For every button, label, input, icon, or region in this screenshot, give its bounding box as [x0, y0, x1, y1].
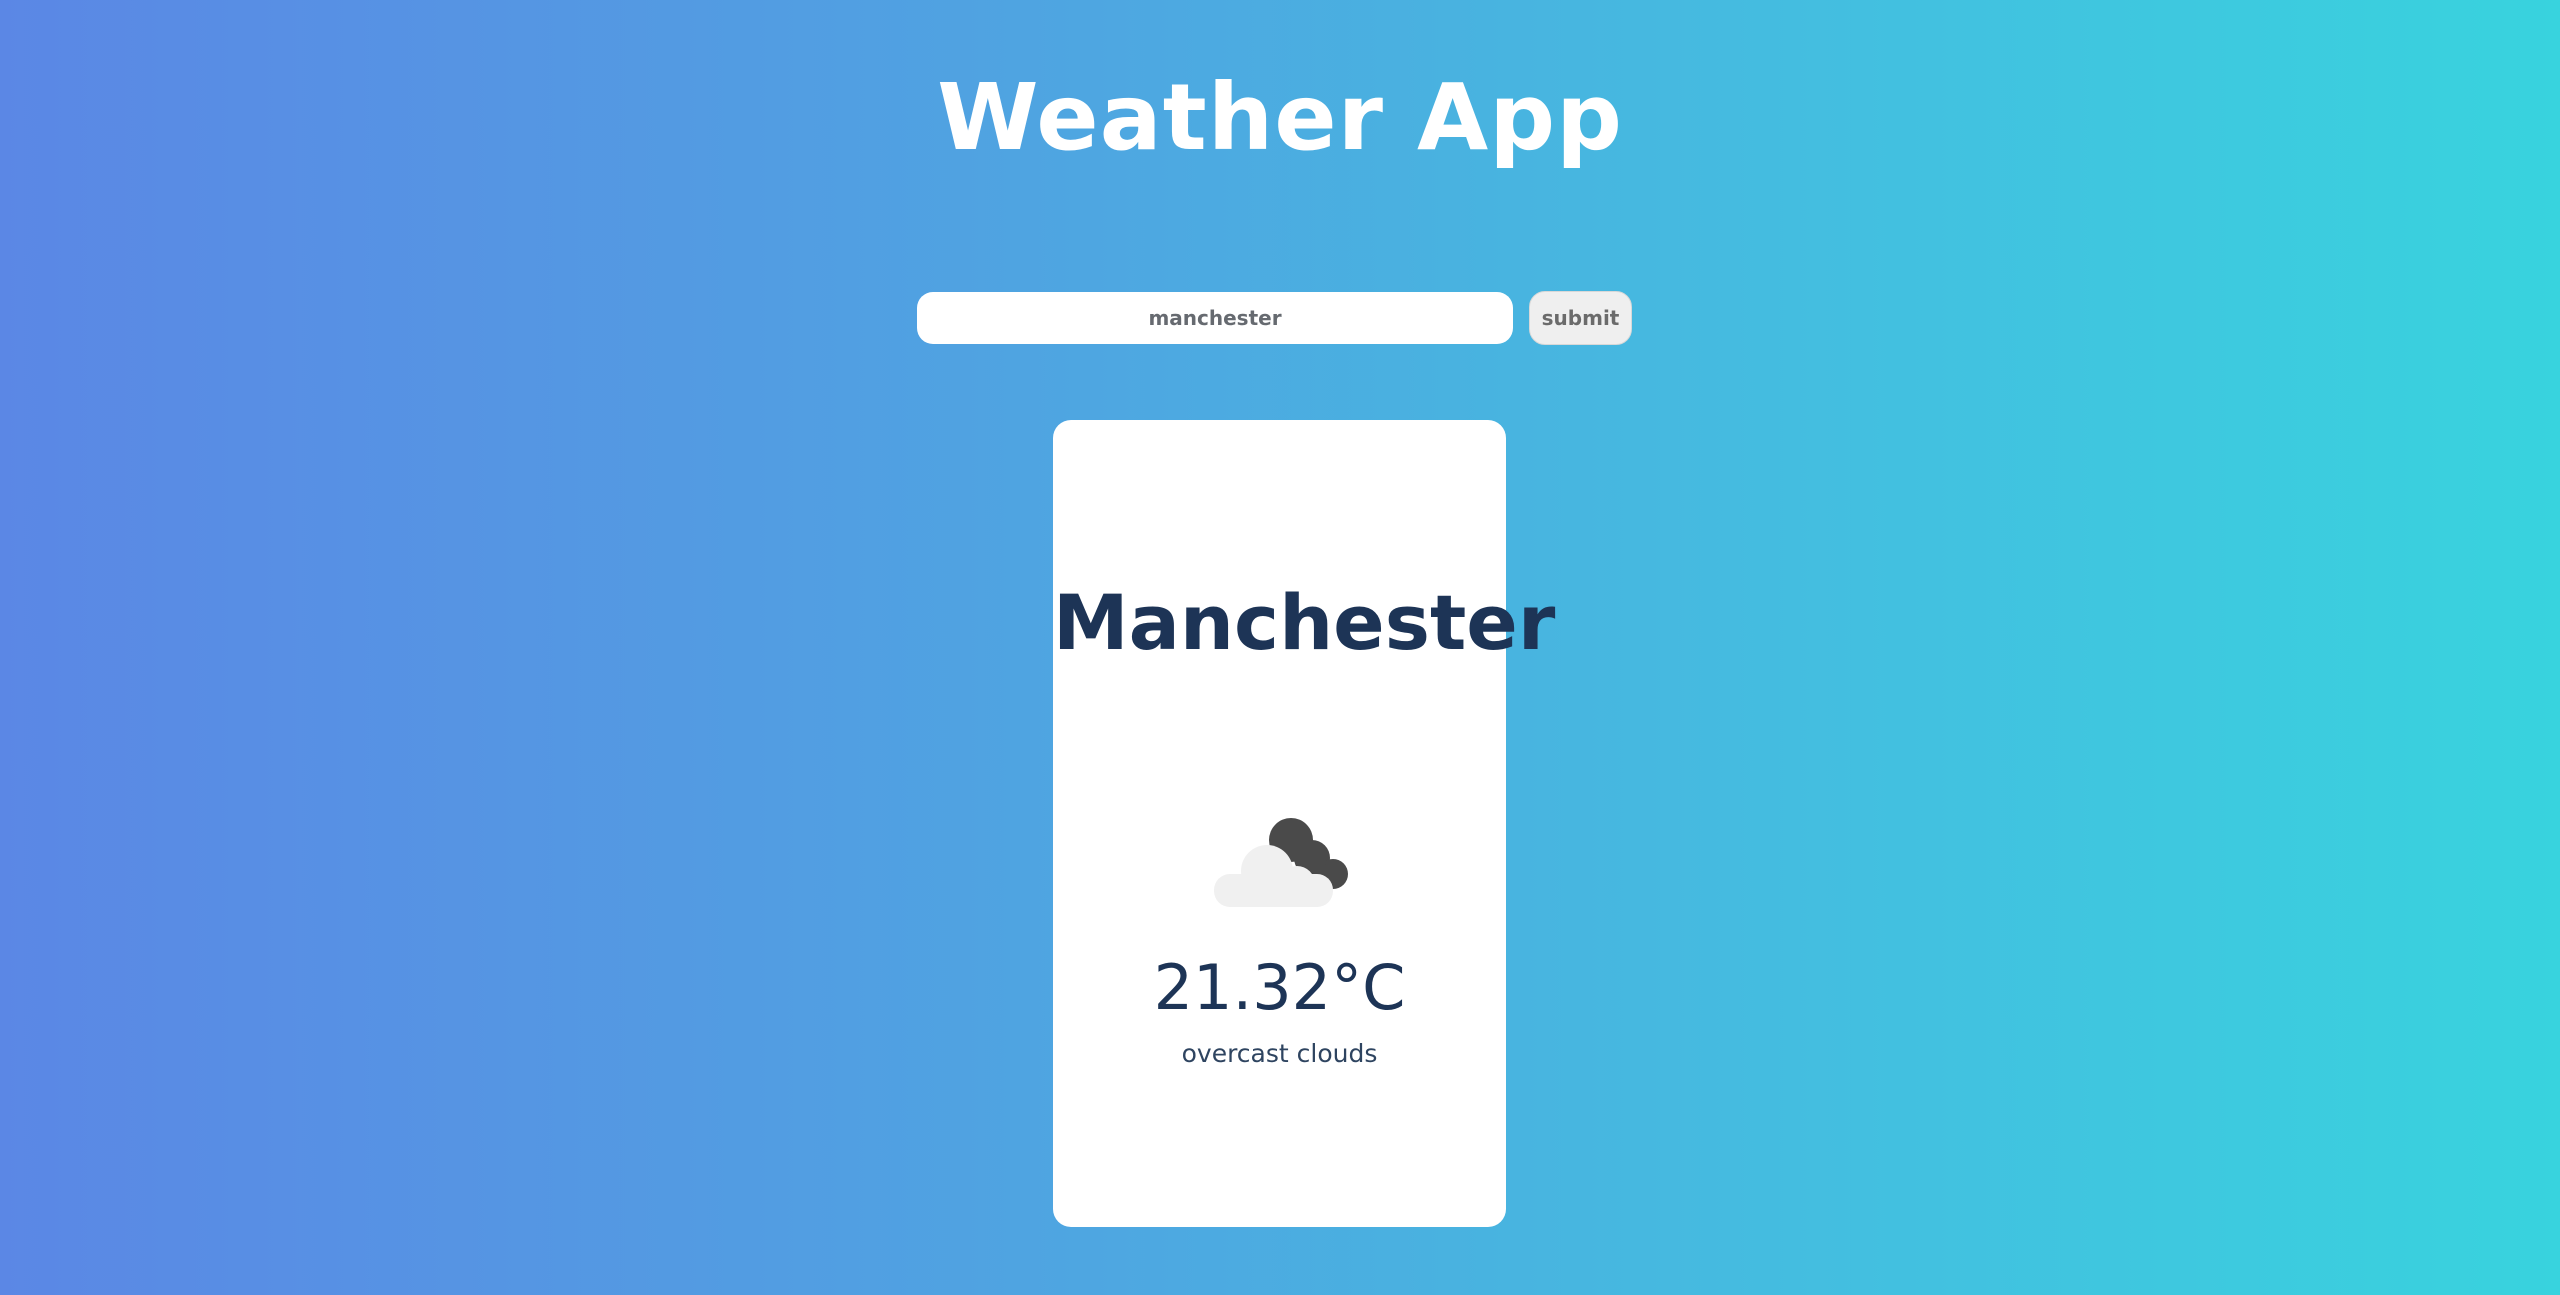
- app-title: Weather App: [937, 64, 1623, 171]
- city-search-input[interactable]: [917, 292, 1513, 344]
- weather-description: overcast clouds: [1181, 1039, 1378, 1068]
- search-form: submit: [917, 291, 1632, 345]
- city-name: Manchester: [1053, 578, 1556, 667]
- overcast-clouds-icon: [1214, 818, 1348, 907]
- weather-card: Manchester 21.32°C overcast clouds: [1053, 420, 1556, 1227]
- temperature: 21.32°C: [1153, 951, 1406, 1024]
- submit-button[interactable]: submit: [1529, 291, 1632, 345]
